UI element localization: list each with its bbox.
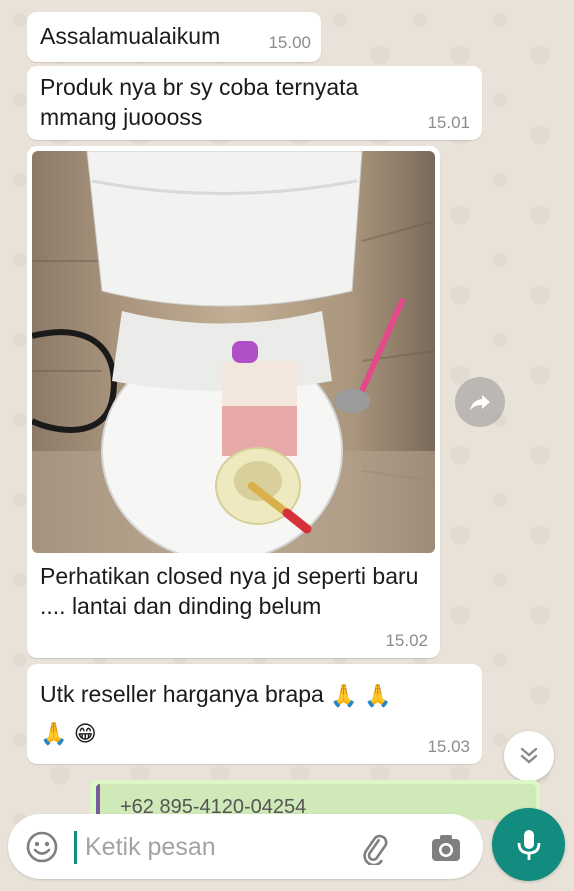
camera-button[interactable] xyxy=(429,831,463,865)
toilet-photo-illustration xyxy=(32,151,435,553)
incoming-image-message[interactable]: Perhatikan closed nya jd seperti baru ..… xyxy=(27,146,440,658)
praying-hands-emoji: 🙏 xyxy=(40,720,68,746)
incoming-message[interactable]: Utk reseller harganya brapa 🙏 🙏 🙏 😁 15.0… xyxy=(27,664,482,764)
message-text: Produk nya br sy coba ternyata mmang juo… xyxy=(40,74,359,130)
emoji-button[interactable] xyxy=(25,830,59,864)
message-time: 15.03 xyxy=(427,737,470,756)
double-chevron-down-icon xyxy=(520,747,538,764)
message-text: Assalamualaikum xyxy=(40,23,221,49)
message-caption: Perhatikan closed nya jd seperti baru ..… xyxy=(40,563,419,619)
attach-button[interactable] xyxy=(358,831,392,867)
incoming-message[interactable]: Produk nya br sy coba ternyata mmang juo… xyxy=(27,66,482,140)
paperclip-icon xyxy=(363,834,388,867)
scroll-to-bottom-button[interactable] xyxy=(504,731,554,781)
forward-button[interactable] xyxy=(455,377,505,427)
text-caret xyxy=(74,831,77,864)
voice-message-button[interactable] xyxy=(492,808,565,881)
message-text: Utk reseller harganya brapa 🙏 🙏 🙏 😁 xyxy=(40,676,440,752)
message-time: 15.02 xyxy=(385,631,428,650)
praying-hands-emoji: 🙏 xyxy=(364,682,392,708)
message-photo[interactable] xyxy=(32,151,435,553)
message-text-content: Utk reseller harganya brapa xyxy=(40,681,324,707)
smiley-icon xyxy=(26,831,58,863)
microphone-icon xyxy=(517,829,540,860)
message-time: 15.00 xyxy=(268,33,311,52)
message-input[interactable] xyxy=(83,826,347,868)
camera-icon xyxy=(432,835,460,861)
forward-arrow-icon xyxy=(470,395,490,411)
praying-hands-emoji: 🙏 xyxy=(330,682,358,708)
grinning-face-emoji: 😁 xyxy=(73,720,97,746)
message-composer xyxy=(8,814,483,879)
message-time: 15.01 xyxy=(427,113,470,132)
incoming-message[interactable]: Assalamualaikum 15.00 xyxy=(27,12,321,62)
